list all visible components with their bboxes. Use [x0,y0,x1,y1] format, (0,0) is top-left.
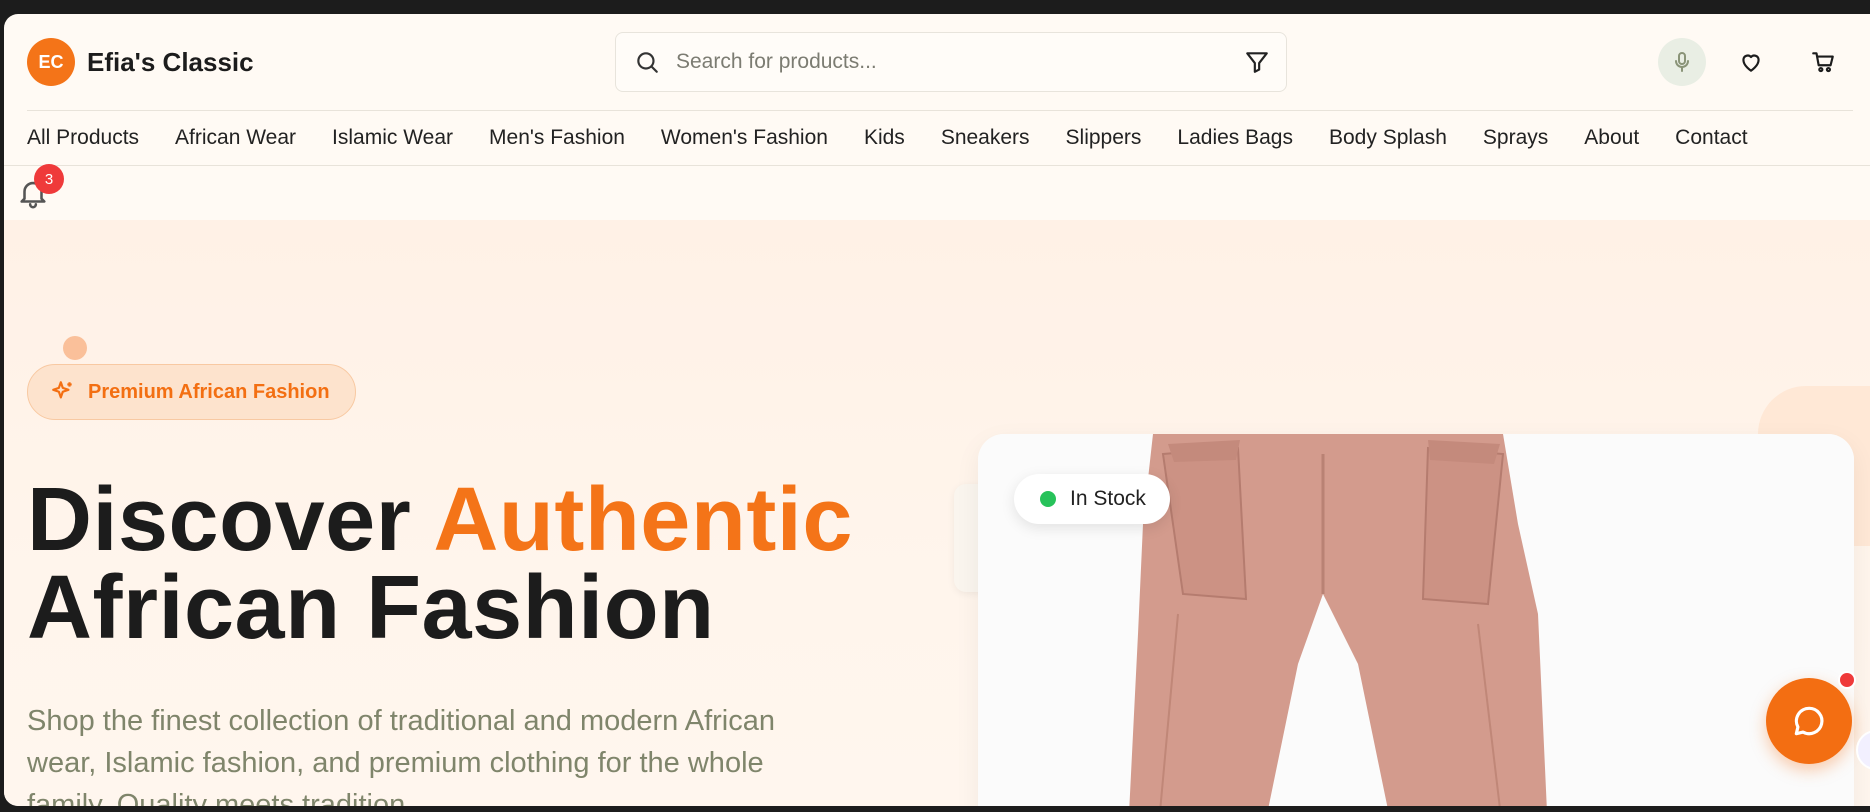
main-nav: All Products African Wear Islamic Wear M… [27,126,1784,150]
stock-status-badge: In Stock [1014,474,1170,524]
nav-item-contact[interactable]: Contact [1675,126,1747,150]
sparkles-icon [52,381,72,399]
nav-item-slippers[interactable]: Slippers [1066,126,1142,150]
search-input[interactable] [676,33,1236,91]
site-header: EC Efia's Classic [4,14,1870,110]
headline-part1: Discover [27,470,434,570]
nav-divider [4,165,1870,166]
voice-search-button[interactable] [1658,38,1706,86]
nav-item-body-splash[interactable]: Body Splash [1329,126,1447,150]
brand-name: Efia's Classic [87,46,254,77]
logo-badge: EC [27,38,75,86]
wishlist-button[interactable] [1727,38,1775,86]
nav-item-mens-fashion[interactable]: Men's Fashion [489,126,625,150]
heart-icon [1742,54,1760,72]
hero-badge: Premium African Fashion [27,364,356,420]
nav-item-islamic-wear[interactable]: Islamic Wear [332,126,453,150]
decorative-dot [63,336,87,360]
nav-item-womens-fashion[interactable]: Women's Fashion [661,126,828,150]
chat-bubble-icon [1794,706,1824,736]
headline-part2: African Fashion [27,558,715,658]
brand-logo[interactable]: EC Efia's Classic [27,38,254,86]
chat-notification-dot [1838,671,1856,689]
browser-page: EC Efia's Classic All Products African W… [4,14,1870,806]
nav-item-kids[interactable]: Kids [864,126,905,150]
search-bar [615,32,1287,92]
nav-item-ladies-bags[interactable]: Ladies Bags [1177,126,1293,150]
cart-button[interactable] [1799,38,1847,86]
nav-item-about[interactable]: About [1584,126,1639,150]
chat-button[interactable] [1766,678,1852,764]
in-stock-indicator [1040,491,1056,507]
nav-item-african-wear[interactable]: African Wear [175,126,296,150]
notification-badge: 3 [34,164,64,194]
stock-label: In Stock [1070,487,1146,510]
nav-item-sprays[interactable]: Sprays [1483,126,1548,150]
headline-accent: Authentic [433,470,853,570]
microphone-icon [1675,52,1689,72]
hero-badge-label: Premium African Fashion [88,380,330,403]
header-divider [27,110,1853,111]
nav-item-all-products[interactable]: All Products [27,126,139,150]
filter-icon[interactable] [1244,49,1270,75]
cart-icon [1812,52,1834,73]
search-icon[interactable] [634,49,660,75]
hero-headline: Discover Authentic African Fashion [27,475,853,653]
nav-item-sneakers[interactable]: Sneakers [941,126,1030,150]
hero-description: Shop the finest collection of traditiona… [27,705,776,806]
